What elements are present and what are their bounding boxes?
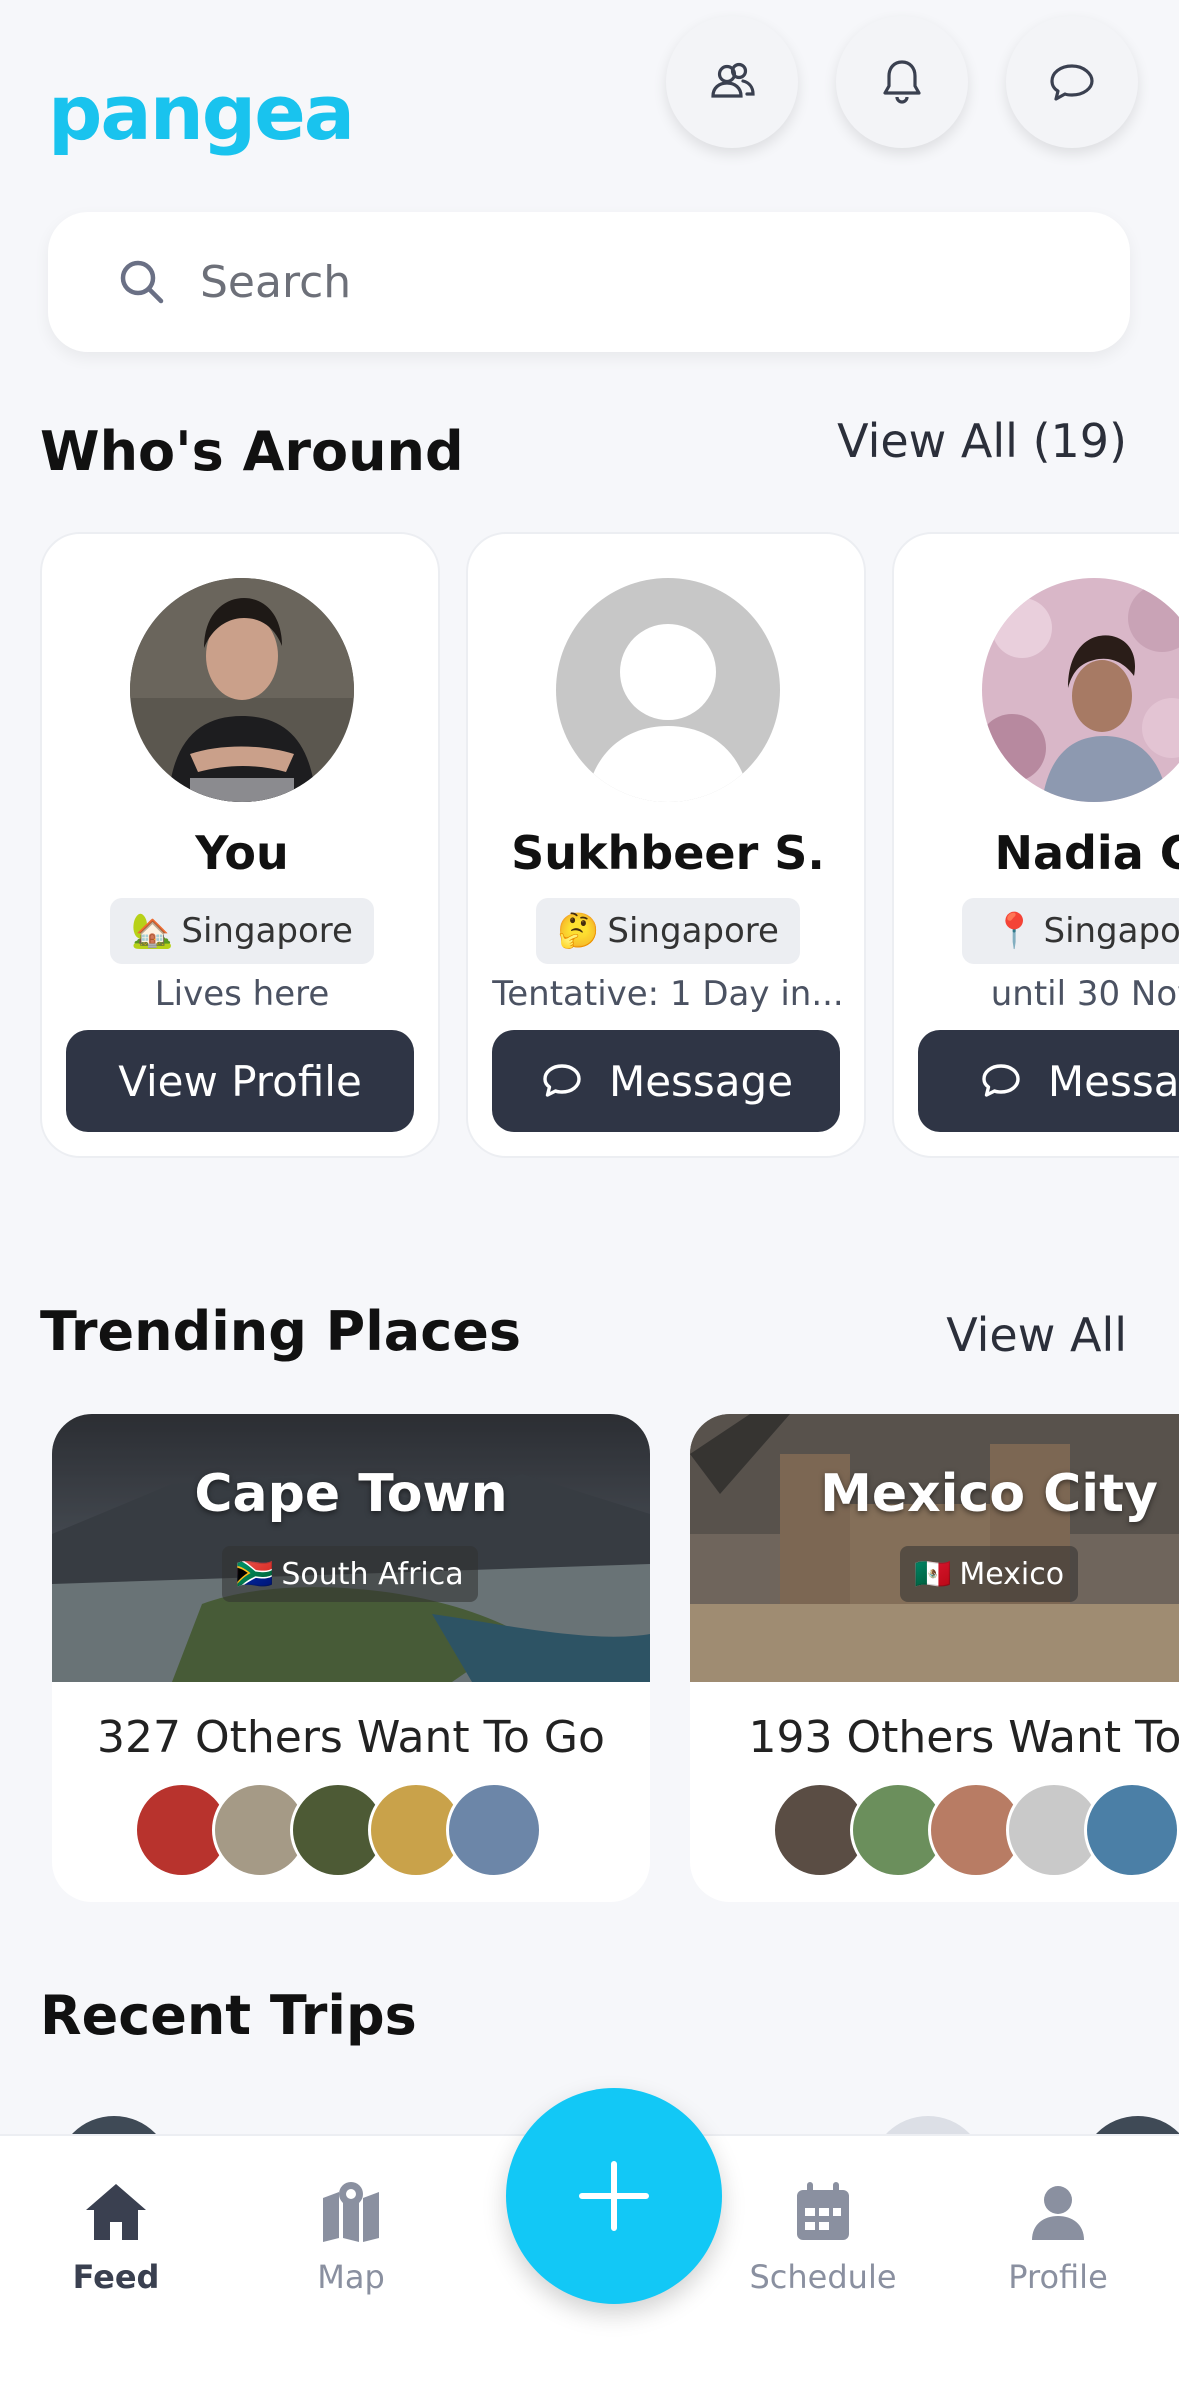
person-icon xyxy=(1032,2186,1084,2240)
recent-trips-title: Recent Trips xyxy=(40,1984,417,2047)
chat-icon xyxy=(1050,64,1094,101)
place-card[interactable]: Mexico City 🇲🇽 Mexico 193 Others Want To… xyxy=(690,1414,1179,1902)
nav-label: Profile xyxy=(1008,2258,1108,2296)
thinking-emoji-icon: 🤔 xyxy=(557,911,600,951)
avatar-placeholder xyxy=(556,578,780,802)
country-chip: 🇿🇦 South Africa xyxy=(222,1546,478,1602)
person-name: Nadia C xyxy=(994,826,1179,880)
person-card[interactable]: Nadia C 📍 Singapor until 30 Nov Messag xyxy=(892,532,1179,1158)
view-profile-button[interactable]: View Profile xyxy=(66,1030,414,1132)
search-input[interactable] xyxy=(200,256,1000,308)
nav-label: Map xyxy=(317,2258,385,2296)
plus-icon xyxy=(579,2161,649,2231)
country-chip: 🇲🇽 Mexico xyxy=(900,1546,1079,1602)
person-name: Sukhbeer S. xyxy=(511,826,825,880)
place-image: Mexico City 🇲🇽 Mexico xyxy=(690,1414,1179,1682)
location-label: Singapore xyxy=(181,911,353,951)
nav-map[interactable]: Map xyxy=(251,2176,451,2306)
messages-button[interactable] xyxy=(1006,16,1138,148)
person-status: Lives here xyxy=(154,974,330,1014)
want-to-go-count: 327 Others Want To Go xyxy=(97,1712,605,1763)
avatar xyxy=(130,578,354,802)
location-label: Singapore xyxy=(607,911,779,951)
person-status: Tentative: 1 Day in... xyxy=(492,974,844,1014)
want-to-go-count: 193 Others Want To G xyxy=(748,1712,1179,1763)
message-button[interactable]: Message xyxy=(492,1030,840,1132)
flag-icon: 🇿🇦 xyxy=(236,1556,274,1592)
people-icon xyxy=(711,62,755,98)
person-name: You xyxy=(195,826,289,880)
flag-icon: 🇲🇽 xyxy=(914,1556,952,1592)
home-icon xyxy=(86,2184,146,2240)
user-avatar xyxy=(1084,1782,1179,1878)
place-image: Cape Town 🇿🇦 South Africa xyxy=(52,1414,650,1682)
create-fab-button[interactable] xyxy=(506,2088,722,2304)
nav-schedule[interactable]: Schedule xyxy=(723,2176,923,2306)
location-label: Singapor xyxy=(1043,911,1179,951)
bell-icon xyxy=(883,60,921,104)
search-icon xyxy=(120,260,164,304)
message-icon xyxy=(982,1064,1020,1097)
nav-profile[interactable]: Profile xyxy=(958,2176,1158,2306)
app-root: pangea Who's Around View All (19) xyxy=(0,0,1179,2396)
whos-around-carousel[interactable]: You 🏡 Singapore Lives here View Profile … xyxy=(40,532,1179,1160)
person-card[interactable]: You 🏡 Singapore Lives here View Profile xyxy=(40,532,440,1158)
whos-around-view-all-link[interactable]: View All (19) xyxy=(837,414,1127,468)
place-name: Cape Town xyxy=(194,1464,508,1524)
nav-feed[interactable]: Feed xyxy=(16,2176,216,2306)
user-avatar xyxy=(446,1782,542,1878)
trending-places-title: Trending Places xyxy=(40,1300,521,1363)
message-icon xyxy=(543,1064,581,1097)
person-card[interactable]: Sukhbeer S. 🤔 Singapore Tentative: 1 Day… xyxy=(466,532,866,1158)
button-label: Message xyxy=(608,1056,794,1106)
country-label: Mexico xyxy=(959,1556,1065,1592)
nav-label: Schedule xyxy=(749,2258,897,2296)
location-chip: 🤔 Singapore xyxy=(536,898,800,964)
map-icon xyxy=(323,2182,379,2242)
nav-label: Feed xyxy=(72,2258,160,2296)
trending-view-all-link[interactable]: View All xyxy=(946,1308,1127,1362)
whos-around-title: Who's Around xyxy=(40,420,464,483)
notifications-button[interactable] xyxy=(836,16,968,148)
message-button[interactable]: Messag xyxy=(918,1030,1179,1132)
pin-emoji-icon: 📍 xyxy=(993,911,1036,951)
button-label: View Profile xyxy=(118,1056,362,1106)
place-card[interactable]: Cape Town 🇿🇦 South Africa 327 Others Wan… xyxy=(52,1414,650,1902)
person-status: until 30 Nov xyxy=(990,974,1179,1014)
country-label: South Africa xyxy=(281,1556,464,1592)
search-bar[interactable] xyxy=(48,212,1130,352)
house-emoji-icon: 🏡 xyxy=(131,911,174,951)
friends-button[interactable] xyxy=(666,16,798,148)
button-label: Messag xyxy=(1047,1056,1179,1106)
place-name: Mexico City xyxy=(820,1464,1158,1524)
pangea-logo[interactable]: pangea xyxy=(48,68,355,157)
calendar-icon xyxy=(797,2182,849,2240)
avatar xyxy=(982,578,1179,802)
location-chip: 📍 Singapor xyxy=(962,898,1179,964)
location-chip: 🏡 Singapore xyxy=(110,898,374,964)
